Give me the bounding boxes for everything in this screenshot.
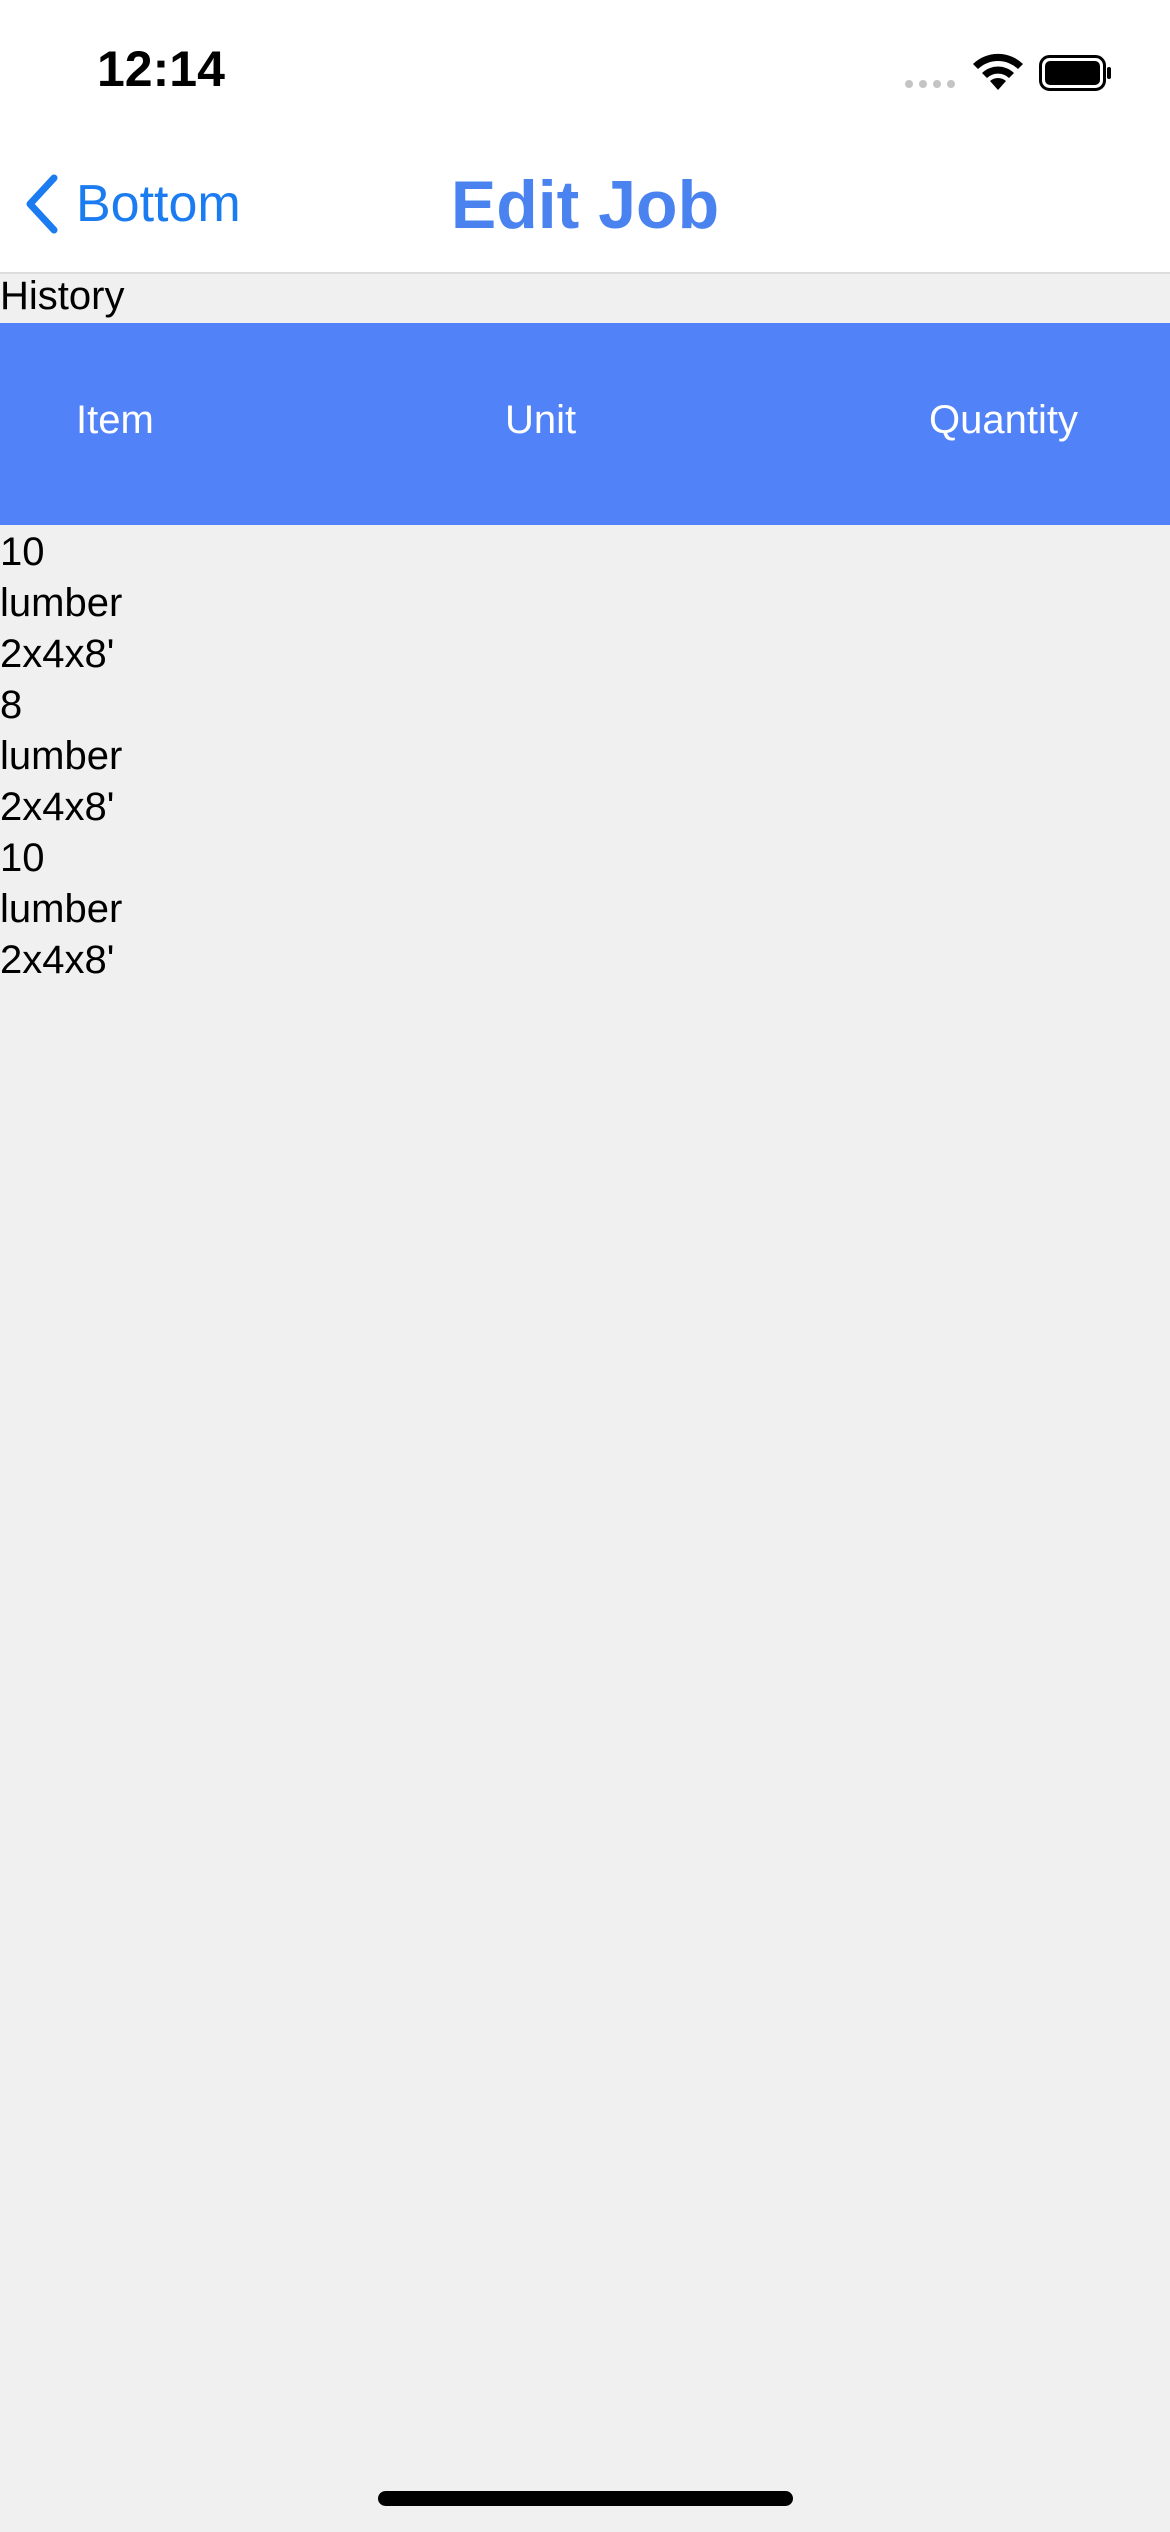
page-title: Edit Job <box>450 167 720 243</box>
table-row[interactable]: 10 lumber 2x4x8' <box>0 527 122 680</box>
battery-icon <box>1039 55 1111 91</box>
row-unit: 2x4x8' <box>0 785 115 829</box>
column-header-item: Item <box>76 398 154 442</box>
row-item: lumber <box>0 581 123 625</box>
history-list: 10 lumber 2x4x8' 8 lumber 2x4x8' 10 lumb… <box>0 527 122 986</box>
row-unit: 2x4x8' <box>0 632 115 676</box>
row-item: lumber <box>0 887 123 931</box>
column-header-quantity: Quantity <box>929 398 1078 442</box>
status-bar: 12:14 <box>0 0 1170 140</box>
cellular-signal-icon <box>905 80 955 88</box>
row-quantity: 10 <box>0 530 45 574</box>
row-item: lumber <box>0 734 123 778</box>
navigation-bar: Bottom Edit Job <box>0 140 1170 274</box>
table-row[interactable]: 8 lumber 2x4x8' <box>0 680 122 833</box>
home-indicator[interactable] <box>378 2491 793 2506</box>
row-quantity: 8 <box>0 683 23 727</box>
table-header: Item Unit Quantity <box>0 323 1170 525</box>
row-unit: 2x4x8' <box>0 938 115 982</box>
history-section-label: History <box>0 274 125 318</box>
row-quantity: 10 <box>0 836 45 880</box>
status-time: 12:14 <box>97 41 225 97</box>
column-header-unit: Unit <box>505 398 577 442</box>
table-row[interactable]: 10 lumber 2x4x8' <box>0 833 122 986</box>
wifi-icon <box>973 53 1023 90</box>
